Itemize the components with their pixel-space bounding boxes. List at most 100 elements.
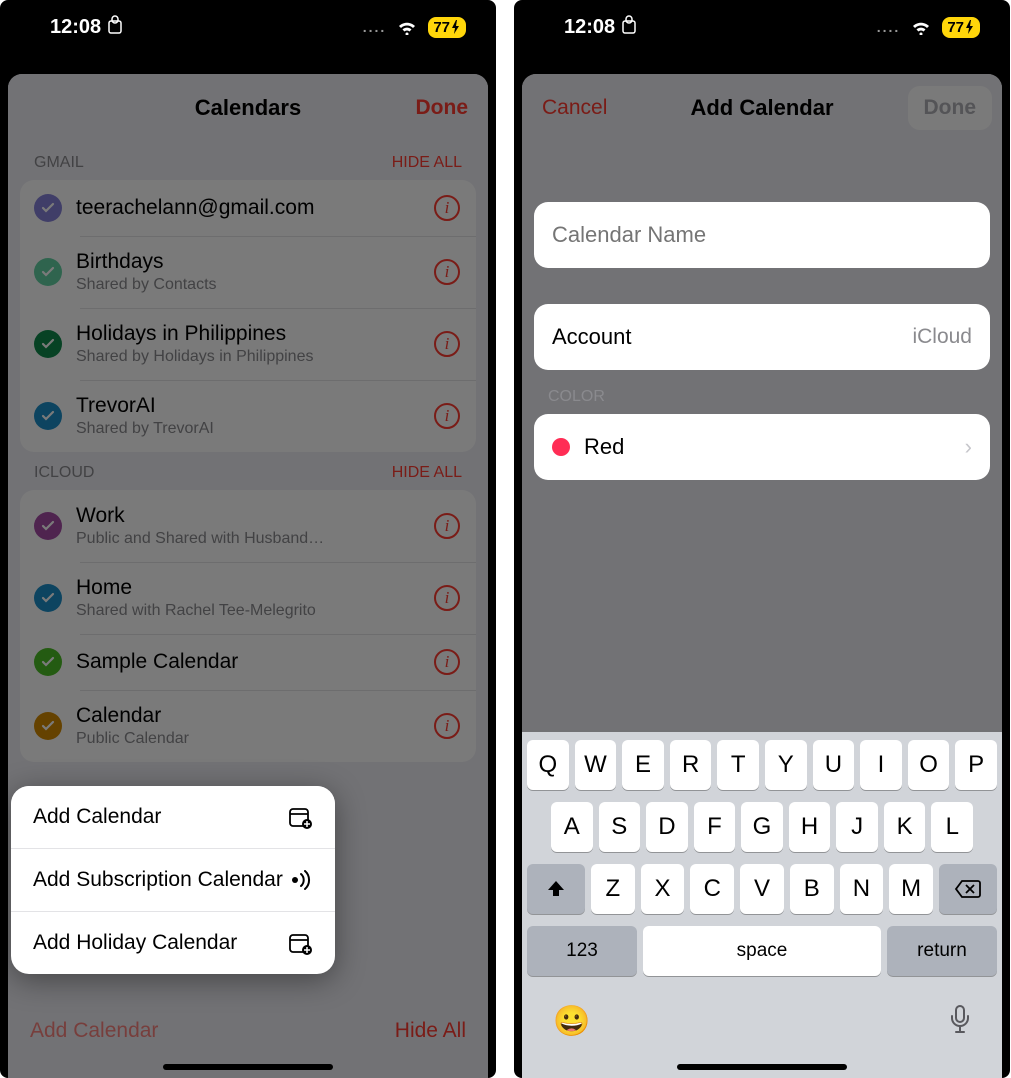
popup-item[interactable]: Add Subscription Calendar <box>11 848 335 911</box>
key-n[interactable]: N <box>840 864 884 914</box>
info-icon[interactable]: i <box>434 331 460 357</box>
nav-title: Calendars <box>195 95 301 121</box>
key-x[interactable]: X <box>641 864 685 914</box>
account-value: iCloud <box>912 325 972 349</box>
account-label: Account <box>552 324 632 350</box>
calendar-row[interactable]: BirthdaysShared by Contacts i <box>20 236 476 308</box>
color-label: Red <box>584 434 624 460</box>
calendar-sub: Public Calendar <box>76 730 420 748</box>
info-icon[interactable]: i <box>434 259 460 285</box>
key-c[interactable]: C <box>690 864 734 914</box>
section-header-label: ICLOUD <box>34 464 94 482</box>
info-icon[interactable]: i <box>434 195 460 221</box>
key-s[interactable]: S <box>599 802 641 852</box>
popup-item[interactable]: Add Calendar <box>11 786 335 848</box>
calendar-sub: Shared by Contacts <box>76 276 420 294</box>
status-bar: 12:08 .... 77 <box>0 0 496 54</box>
info-icon[interactable]: i <box>434 513 460 539</box>
info-icon[interactable]: i <box>434 403 460 429</box>
key-q[interactable]: Q <box>527 740 569 790</box>
key-g[interactable]: G <box>741 802 783 852</box>
info-icon[interactable]: i <box>434 585 460 611</box>
key-o[interactable]: O <box>908 740 950 790</box>
key-y[interactable]: Y <box>765 740 807 790</box>
name-section <box>534 202 990 268</box>
calendar-plus-icon <box>287 804 313 830</box>
checkmark-icon <box>34 584 62 612</box>
cellular-dots: .... <box>877 19 901 35</box>
color-row[interactable]: Red › <box>534 414 990 480</box>
checkmark-icon <box>34 648 62 676</box>
info-icon[interactable]: i <box>434 713 460 739</box>
key-r[interactable]: R <box>670 740 712 790</box>
nav-bar: Cancel Add Calendar Done <box>522 74 1002 142</box>
account-section: Account iCloud <box>534 304 990 370</box>
calendar-row[interactable]: Home Shared with Rachel Tee-Melegrito i <box>20 562 476 634</box>
key-u[interactable]: U <box>813 740 855 790</box>
color-section-header: COLOR <box>522 370 1002 414</box>
section-header-label: GMAIL <box>34 154 84 172</box>
key-m[interactable]: M <box>889 864 933 914</box>
key-v[interactable]: V <box>740 864 784 914</box>
calendar-sub: Shared by TrevorAI <box>76 420 420 438</box>
calendar-name-input[interactable] <box>552 222 972 248</box>
key-k[interactable]: K <box>884 802 926 852</box>
calendar-name: Sample Calendar <box>76 650 420 674</box>
calendar-name: TrevorAI <box>76 394 420 418</box>
key-l[interactable]: L <box>931 802 973 852</box>
done-button[interactable]: Done <box>416 96 469 120</box>
key-e[interactable]: E <box>622 740 664 790</box>
status-time: 12:08 <box>564 16 615 39</box>
add-calendar-button[interactable]: Add Calendar <box>30 1019 158 1043</box>
dictation-button[interactable] <box>949 1004 971 1042</box>
calendar-row[interactable]: CalendarPublic Calendar i <box>20 690 476 762</box>
calendar-name: teerachelann@gmail.com <box>76 196 420 220</box>
key-f[interactable]: F <box>694 802 736 852</box>
calendar-name: Work <box>76 504 420 528</box>
calendar-row[interactable]: Sample Calendar i <box>20 634 476 690</box>
key-z[interactable]: Z <box>591 864 635 914</box>
calendar-row[interactable]: WorkPublic and Shared with Husband… i <box>20 490 476 562</box>
hide-all-button[interactable]: Hide All <box>395 1019 466 1043</box>
popup-item[interactable]: Add Holiday Calendar <box>11 911 335 974</box>
key-t[interactable]: T <box>717 740 759 790</box>
nav-bar: Calendars Done <box>8 74 488 142</box>
info-icon[interactable]: i <box>434 649 460 675</box>
account-row[interactable]: Account iCloud <box>534 304 990 370</box>
battery-badge: 77 <box>942 17 980 38</box>
emoji-button[interactable]: 😀 <box>553 1004 590 1042</box>
key-h[interactable]: H <box>789 802 831 852</box>
key-shift[interactable] <box>527 864 585 914</box>
checkmark-icon <box>34 258 62 286</box>
key-i[interactable]: I <box>860 740 902 790</box>
done-button[interactable]: Done <box>908 86 993 130</box>
key-numbers[interactable]: 123 <box>527 926 637 976</box>
hide-all-link[interactable]: HIDE ALL <box>392 154 462 172</box>
calendars-modal: Calendars Done GMAIL HIDE ALL teerachelan… <box>8 74 488 1078</box>
nav-title: Add Calendar <box>690 95 833 121</box>
battery-badge: 77 <box>428 17 466 38</box>
key-return[interactable]: return <box>887 926 997 976</box>
hide-all-link[interactable]: HIDE ALL <box>392 464 462 482</box>
cancel-button[interactable]: Cancel <box>542 96 607 120</box>
add-calendar-popup: Add CalendarAdd Subscription CalendarAdd… <box>11 786 335 974</box>
calendar-name: Home <box>76 576 420 600</box>
key-d[interactable]: D <box>646 802 688 852</box>
checkmark-icon <box>34 512 62 540</box>
key-w[interactable]: W <box>575 740 617 790</box>
key-delete[interactable] <box>939 864 997 914</box>
key-space[interactable]: space <box>643 926 881 976</box>
cellular-dots: .... <box>363 19 387 35</box>
color-section: Red › <box>534 414 990 480</box>
calendar-row[interactable]: teerachelann@gmail.com i <box>20 180 476 236</box>
key-b[interactable]: B <box>790 864 834 914</box>
calendar-row[interactable]: Holidays in PhilippinesShared by Holiday… <box>20 308 476 380</box>
calendar-row[interactable]: TrevorAI Shared by TrevorAI i <box>20 380 476 452</box>
broadcast-icon <box>287 867 313 893</box>
calendar-sub: Shared with Rachel Tee-Melegrito <box>76 602 420 620</box>
key-j[interactable]: J <box>836 802 878 852</box>
wifi-icon <box>910 19 932 35</box>
phone-right: 12:08 .... 77 Cancel Add Calendar Done <box>514 0 1010 1078</box>
key-a[interactable]: A <box>551 802 593 852</box>
key-p[interactable]: P <box>955 740 997 790</box>
